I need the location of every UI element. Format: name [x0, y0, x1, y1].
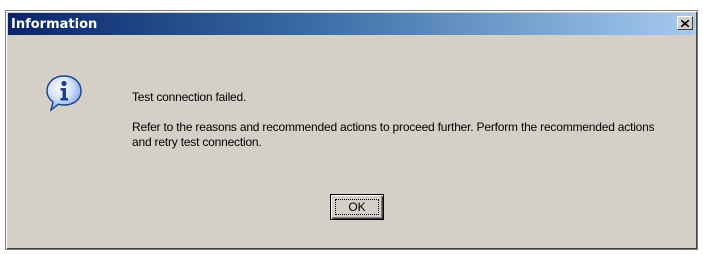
- close-icon: [681, 19, 689, 27]
- ok-button-label: OK: [348, 200, 366, 214]
- info-icon: [46, 75, 82, 112]
- message-secondary: Refer to the reasons and recommended act…: [132, 120, 655, 149]
- ok-button[interactable]: OK: [330, 194, 384, 220]
- information-dialog: Information Test connection failed. Refe…: [5, 10, 698, 250]
- dialog-title: Information: [11, 16, 98, 32]
- close-button[interactable]: [677, 16, 693, 30]
- title-bar[interactable]: Information: [8, 13, 695, 35]
- message-primary: Test connection failed.: [132, 90, 247, 104]
